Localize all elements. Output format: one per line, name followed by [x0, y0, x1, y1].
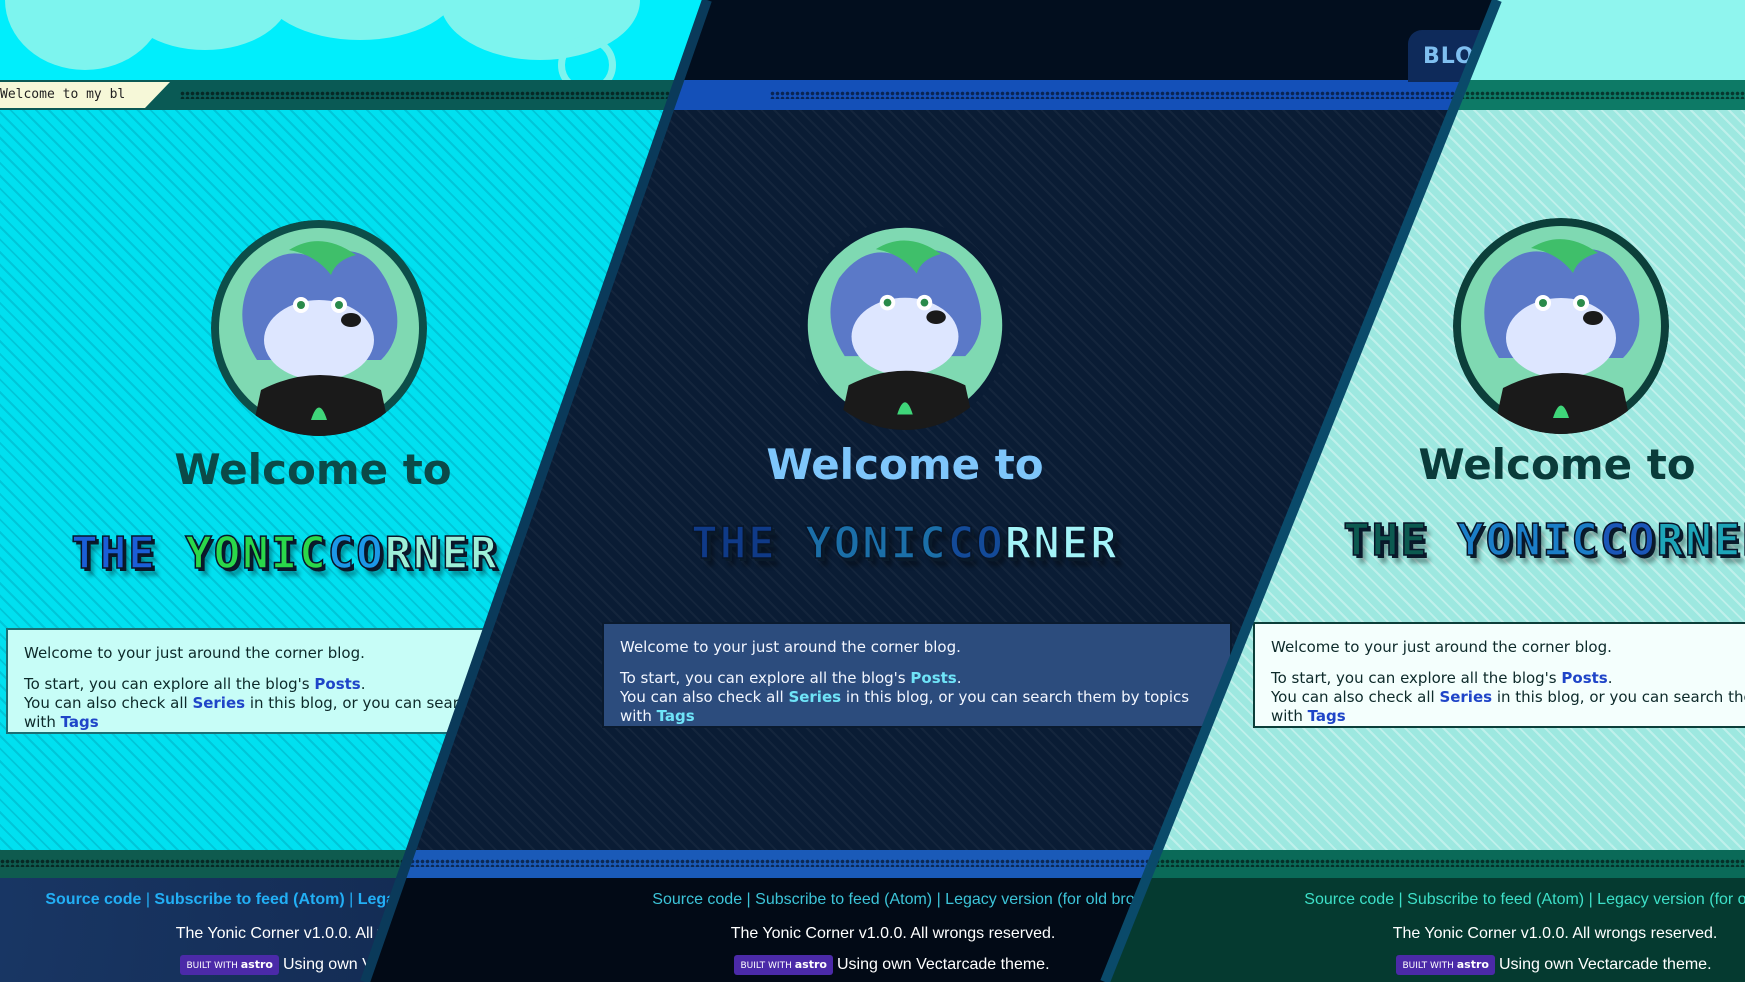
three-theme-preview: Welcome to my bl Welcome to THE YONICCOR…: [0, 0, 1745, 982]
source-code-link[interactable]: Source code: [1304, 891, 1394, 908]
subscribe-feed-link[interactable]: Subscribe to feed (Atom): [154, 891, 344, 908]
footer-copyright: The Yonic Corner v1.0.0. All wrongs rese…: [1392, 925, 1718, 942]
footer-links: Source code | Subscribe to feed (Atom) |…: [1229, 891, 1745, 909]
footer-built-with: BUILT WITH astroUsing own Vectarcade the…: [1214, 955, 1745, 975]
built-with-astro-badge[interactable]: BUILT WITH astro: [180, 955, 279, 975]
legacy-version-link[interactable]: Legacy version (for old browsers): [1597, 891, 1745, 908]
built-with-astro-badge[interactable]: BUILT WITH astro: [734, 955, 833, 975]
source-code-link[interactable]: Source code: [45, 891, 141, 908]
subscribe-feed-link[interactable]: Subscribe to feed (Atom): [1407, 891, 1584, 908]
subscribe-feed-link[interactable]: Subscribe to feed (Atom): [755, 891, 932, 908]
source-code-link[interactable]: Source code: [652, 891, 742, 908]
built-with-astro-badge[interactable]: BUILT WITH astro: [1396, 955, 1495, 975]
